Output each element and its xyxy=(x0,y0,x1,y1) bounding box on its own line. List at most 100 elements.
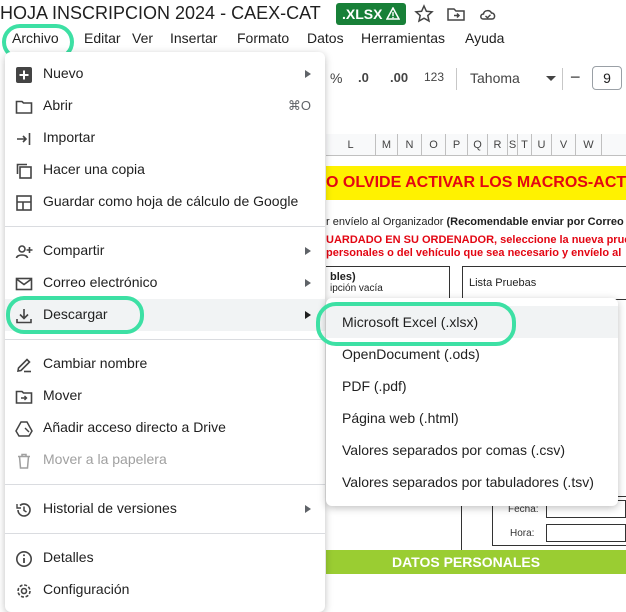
menu-item-label: Añadir acceso directo a Drive xyxy=(43,419,226,435)
download-submenu: Microsoft Excel (.xlsx) OpenDocument (.o… xyxy=(326,298,618,506)
rename-icon xyxy=(17,358,31,373)
xlsx-badge[interactable]: .XLSX xyxy=(336,3,407,25)
column-header-row: L M N O P Q R S T U V W xyxy=(326,134,626,156)
menu-item-label: Hacer una copia xyxy=(43,161,145,177)
document-title[interactable]: HOJA INSCRIPCION 2024 - CAEX-CAT xyxy=(0,3,321,24)
chevron-right-icon xyxy=(305,70,311,78)
trash-icon xyxy=(18,453,30,469)
submenu-item-label: Valores separados por comas (.csv) xyxy=(342,442,566,458)
column-header[interactable]: T xyxy=(518,134,532,156)
menu-item-label: Nuevo xyxy=(43,65,84,81)
column-header[interactable]: S xyxy=(508,134,518,156)
toolbar: % .0 .00 123 Tahoma − 9 xyxy=(326,60,626,98)
column-header[interactable]: M xyxy=(376,134,398,156)
download-icon xyxy=(16,309,32,324)
menu-datos[interactable]: Datos xyxy=(307,30,344,46)
download-csv[interactable]: Valores separados por comas (.csv) xyxy=(326,434,618,466)
submenu-item-label: Valores separados por tabuladores (.tsv) xyxy=(342,474,594,490)
column-header[interactable]: P xyxy=(446,134,468,156)
download-html[interactable]: Página web (.html) xyxy=(326,402,618,434)
column-header[interactable]: N xyxy=(398,134,422,156)
menu-item-label: Correo electrónico xyxy=(43,274,158,290)
left-cell-title: bles) xyxy=(330,271,356,283)
macro-warning-text: O OLVIDE ACTIVAR LOS MACROS-ACT xyxy=(326,174,626,191)
menu-divider xyxy=(5,226,325,227)
chevron-right-icon xyxy=(305,505,311,513)
menu-item-nuevo[interactable]: Nuevo xyxy=(5,58,325,90)
column-header[interactable]: W xyxy=(576,134,602,156)
menu-item-label: Detalles xyxy=(43,549,94,565)
column-header[interactable]: V xyxy=(552,134,576,156)
download-tsv[interactable]: Valores separados por tabuladores (.tsv) xyxy=(326,466,618,498)
menu-item-acceso-directo[interactable]: Añadir acceso directo a Drive xyxy=(5,412,325,444)
menu-bar: Archivo Editar Ver Insertar Formato Dato… xyxy=(0,28,626,52)
menu-ver[interactable]: Ver xyxy=(132,30,153,46)
font-size-input[interactable]: 9 xyxy=(592,66,622,90)
menu-item-label: Mover a la papelera xyxy=(43,451,167,467)
shortcut-label: ⌘O xyxy=(287,98,311,113)
percent-format-button[interactable]: % xyxy=(330,70,342,86)
chevron-right-icon xyxy=(305,279,311,287)
menu-item-configuracion[interactable]: Configuración xyxy=(5,574,325,606)
copy-icon xyxy=(16,163,32,179)
download-pdf[interactable]: PDF (.pdf) xyxy=(326,370,618,402)
submenu-item-label: PDF (.pdf) xyxy=(342,378,407,394)
submenu-item-label: Microsoft Excel (.xlsx) xyxy=(342,314,479,330)
column-header[interactable]: L xyxy=(326,134,376,156)
import-icon xyxy=(17,133,31,145)
decrease-decimal-button[interactable]: .0 xyxy=(358,70,369,85)
menu-item-label: Compartir xyxy=(43,242,105,258)
history-icon xyxy=(16,503,31,517)
hora-input-cell[interactable] xyxy=(546,524,626,542)
instruction-line: r envíelo al Organizador (Recomendable e… xyxy=(326,216,626,228)
column-header[interactable]: Q xyxy=(468,134,488,156)
download-xlsx[interactable]: Microsoft Excel (.xlsx) xyxy=(326,306,618,338)
instruction-red-line: UARDADO EN SU ORDENADOR, seleccione la n… xyxy=(326,234,626,246)
menu-ayuda[interactable]: Ayuda xyxy=(465,30,504,46)
decrease-font-size-button[interactable]: − xyxy=(570,67,581,88)
increase-decimal-button[interactable]: .00 xyxy=(390,70,408,85)
menu-item-descargar[interactable]: Descargar xyxy=(5,299,325,331)
instruction-red-line: personales o del vehículo que sea necesa… xyxy=(326,247,622,259)
menu-item-cambiar-nombre[interactable]: Cambiar nombre xyxy=(5,348,325,380)
lista-pruebas-cell[interactable]: Lista Pruebas xyxy=(462,266,626,300)
menu-item-importar[interactable]: Importar xyxy=(5,122,325,154)
move-folder-icon[interactable] xyxy=(446,4,466,24)
toolbar-divider xyxy=(562,68,563,90)
move-folder-icon xyxy=(15,390,33,404)
font-family-select[interactable]: Tahoma xyxy=(466,66,564,92)
cloud-status-icon[interactable] xyxy=(478,4,498,24)
column-header[interactable]: O xyxy=(422,134,446,156)
menu-item-abrir[interactable]: Abrir ⌘O xyxy=(5,90,325,122)
menu-editar[interactable]: Editar xyxy=(84,30,121,46)
left-cell-subtitle: ipción vacía xyxy=(330,283,383,294)
number-format-button[interactable]: 123 xyxy=(424,70,444,84)
menu-item-mover[interactable]: Mover xyxy=(5,380,325,412)
menu-item-guardar-google[interactable]: Guardar como hoja de cálculo de Google xyxy=(5,186,325,218)
gear-icon xyxy=(17,584,31,598)
column-header[interactable]: R xyxy=(488,134,508,156)
star-icon[interactable] xyxy=(414,4,434,24)
drive-shortcut-icon xyxy=(15,421,33,437)
menu-archivo[interactable]: Archivo xyxy=(12,30,59,46)
menu-item-detalles[interactable]: Detalles xyxy=(5,542,325,574)
chevron-right-icon xyxy=(305,311,311,319)
download-ods[interactable]: OpenDocument (.ods) xyxy=(326,338,618,370)
menu-herramientas[interactable]: Herramientas xyxy=(361,30,445,46)
chevron-right-icon xyxy=(305,247,311,255)
save-sheet-icon xyxy=(16,195,32,211)
menu-item-hacer-copia[interactable]: Hacer una copia xyxy=(5,154,325,186)
font-family-value: Tahoma xyxy=(470,70,520,86)
submenu-item-label: OpenDocument (.ods) xyxy=(342,346,480,362)
menu-formato[interactable]: Formato xyxy=(237,30,289,46)
instruction-bold: (Recomendable enviar por Correo e xyxy=(446,216,626,228)
menu-item-compartir[interactable]: Compartir xyxy=(5,235,325,267)
hora-label: Hora: xyxy=(510,528,535,539)
info-icon xyxy=(16,551,32,567)
menu-insertar[interactable]: Insertar xyxy=(170,30,217,46)
column-header[interactable]: U xyxy=(532,134,552,156)
warning-icon xyxy=(386,6,401,20)
menu-item-correo[interactable]: Correo electrónico xyxy=(5,267,325,299)
menu-item-historial[interactable]: Historial de versiones xyxy=(5,493,325,525)
menu-item-label: Mover xyxy=(43,387,82,403)
